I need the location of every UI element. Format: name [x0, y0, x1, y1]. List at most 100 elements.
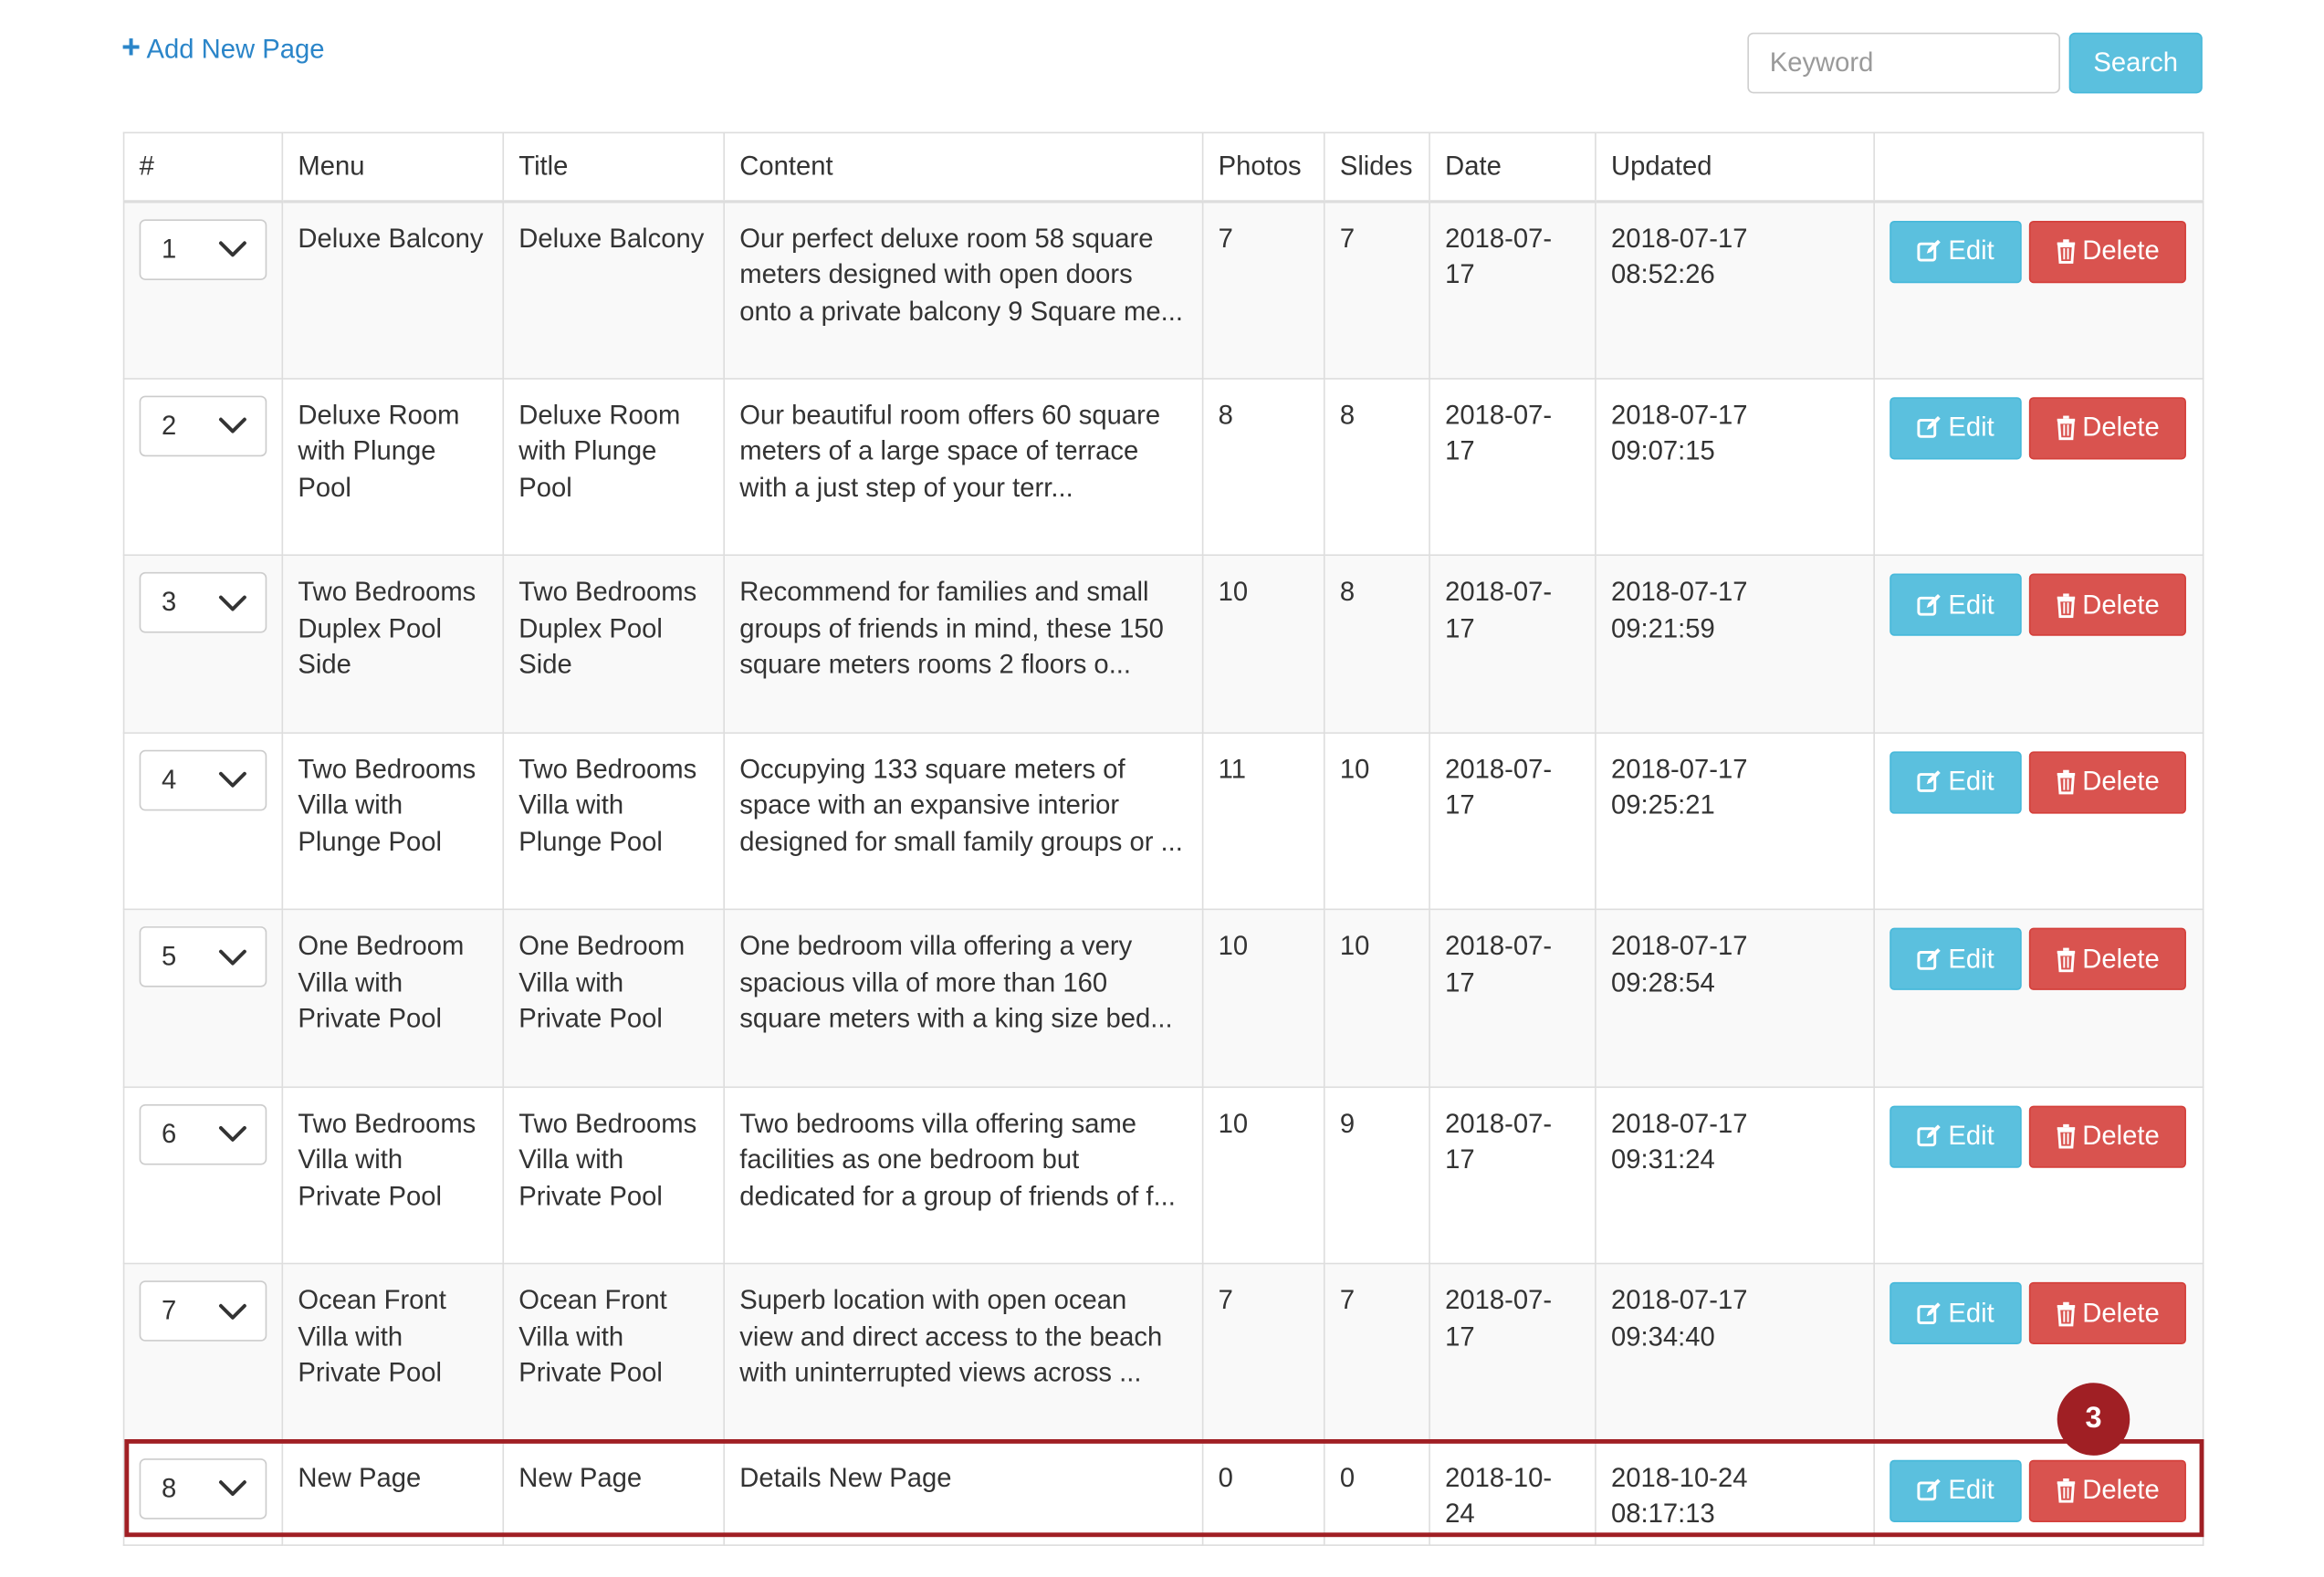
cell-slides: 8	[1323, 554, 1430, 734]
edit-icon	[1917, 1478, 1942, 1503]
edit-button[interactable]: Edit	[1890, 1281, 2022, 1345]
edit-button[interactable]: Edit	[1890, 573, 2022, 636]
edit-icon	[1917, 1123, 1942, 1149]
order-value: 6	[161, 1118, 177, 1149]
page-list-screen: + Add New Page Search # Menu Title Conte…	[0, 0, 2324, 1577]
cell-content: Superb location with open ocean view and…	[723, 1262, 1204, 1442]
cell-updated: 2018-07-17 09:28:54	[1595, 908, 1875, 1088]
cell-photos: 8	[1201, 377, 1325, 557]
cell-content: Occupying 133 square meters of space wit…	[723, 731, 1204, 911]
delete-button[interactable]: Delete	[2028, 396, 2186, 459]
cell-date: 2018-07-17	[1429, 377, 1596, 557]
cell-actions: Edit Delete	[1873, 200, 2204, 379]
chevron-down-icon	[218, 1479, 247, 1497]
cell-menu: Deluxe Balcony	[281, 200, 505, 379]
cell-order: 2	[122, 377, 284, 557]
delete-button[interactable]: Delete	[2028, 1458, 2186, 1522]
cell-updated: 2018-07-17 09:25:21	[1595, 731, 1875, 911]
edit-label: Edit	[1948, 1121, 1994, 1151]
delete-button[interactable]: Delete	[2028, 927, 2186, 990]
cell-order: 7	[122, 1262, 284, 1442]
search-button[interactable]: Search	[2068, 32, 2203, 94]
delete-button[interactable]: Delete	[2028, 1104, 2186, 1167]
trash-icon	[2056, 415, 2077, 441]
delete-button[interactable]: Delete	[2028, 220, 2186, 283]
cell-title: Deluxe Balcony	[502, 200, 725, 379]
chevron-down-icon	[218, 416, 247, 433]
table-row: 7 Ocean Front Villa with Private Pool Ocea…	[122, 1262, 2204, 1442]
cell-title: New Page	[502, 1439, 725, 1546]
cell-slides: 0	[1323, 1439, 1430, 1546]
delete-label: Delete	[2082, 1298, 2160, 1328]
cell-order: 8	[122, 1439, 284, 1546]
delete-button[interactable]: Delete	[2028, 573, 2186, 636]
cell-content: Our beautiful room offers 60 square mete…	[723, 377, 1204, 557]
trash-icon	[2056, 592, 2077, 618]
order-select[interactable]: 7	[139, 1280, 267, 1342]
cell-menu: Two Bedrooms Duplex Pool Side	[281, 554, 505, 734]
trash-icon	[2056, 1478, 2077, 1503]
order-value: 2	[161, 410, 177, 440]
chevron-down-icon	[218, 240, 247, 257]
cell-order: 1	[122, 200, 284, 379]
trash-icon	[2056, 769, 2077, 795]
edit-button[interactable]: Edit	[1890, 1458, 2022, 1522]
table-header: # Menu Title Content Photos Slides Date …	[122, 131, 2204, 203]
add-new-page-link[interactable]: + Add New Page	[121, 30, 325, 66]
cell-title: Deluxe Room with Plunge Pool	[502, 377, 725, 557]
edit-button[interactable]: Edit	[1890, 1104, 2022, 1167]
add-new-page-label: Add New Page	[146, 33, 325, 64]
cell-updated: 2018-07-17 09:21:59	[1595, 554, 1875, 734]
edit-button[interactable]: Edit	[1890, 927, 2022, 990]
cell-menu: Deluxe Room with Plunge Pool	[281, 377, 505, 557]
edit-label: Edit	[1948, 412, 1994, 443]
delete-button[interactable]: Delete	[2028, 1281, 2186, 1345]
cell-photos: 0	[1201, 1439, 1325, 1546]
cell-updated: 2018-07-17 08:52:26	[1595, 200, 1875, 379]
delete-button[interactable]: Delete	[2028, 750, 2186, 813]
edit-icon	[1917, 415, 1942, 441]
delete-label: Delete	[2082, 589, 2160, 620]
cell-updated: 2018-07-17 09:07:15	[1595, 377, 1875, 557]
cell-actions: Edit Delete	[1873, 908, 2204, 1088]
edit-button[interactable]: Edit	[1890, 750, 2022, 813]
edit-icon	[1917, 592, 1942, 618]
keyword-search-input[interactable]	[1747, 32, 2060, 94]
cell-content: Two bedrooms villa offering same facilit…	[723, 1085, 1204, 1265]
cell-title: One Bedroom Villa with Private Pool	[502, 908, 725, 1088]
order-select[interactable]: 2	[139, 394, 267, 456]
table-row: 6 Two Bedrooms Villa with Private Pool Two…	[122, 1085, 2204, 1265]
trash-icon	[2056, 1123, 2077, 1149]
column-header-slides: Slides	[1323, 131, 1430, 203]
cell-actions: Edit Delete	[1873, 554, 2204, 734]
table-row: 3 Two Bedrooms Duplex Pool Side Two Bedroo…	[122, 554, 2204, 734]
column-header-menu: Menu	[281, 131, 505, 203]
delete-label: Delete	[2082, 944, 2160, 974]
cell-actions: Edit Delete	[1873, 377, 2204, 557]
edit-icon	[1917, 946, 1942, 972]
order-value: 4	[161, 764, 177, 795]
cell-title: Two Bedrooms Duplex Pool Side	[502, 554, 725, 734]
table-row: 4 Two Bedrooms Villa with Plunge Pool Two …	[122, 731, 2204, 911]
table-row: 5 One Bedroom Villa with Private Pool One …	[122, 908, 2204, 1088]
cell-menu: Two Bedrooms Villa with Private Pool	[281, 1085, 505, 1265]
cell-slides: 10	[1323, 908, 1430, 1088]
chevron-down-icon	[218, 948, 247, 966]
cell-slides: 7	[1323, 1262, 1430, 1442]
cell-slides: 7	[1323, 200, 1430, 379]
order-select[interactable]: 3	[139, 571, 267, 633]
edit-button[interactable]: Edit	[1890, 396, 2022, 459]
order-select[interactable]: 8	[139, 1457, 267, 1519]
table-row: 1 Deluxe Balcony Deluxe Balcony Our perfect…	[122, 200, 2204, 379]
table-row: 2 Deluxe Room with Plunge Pool Deluxe Room…	[122, 377, 2204, 557]
order-select[interactable]: 6	[139, 1103, 267, 1164]
edit-button[interactable]: Edit	[1890, 220, 2022, 283]
order-value: 3	[161, 587, 177, 617]
trash-icon	[2056, 946, 2077, 972]
order-select[interactable]: 4	[139, 748, 267, 810]
trash-icon	[2056, 1300, 2077, 1326]
cell-actions: Edit Delete	[1873, 1439, 2204, 1546]
order-select[interactable]: 1	[139, 218, 267, 280]
cell-updated: 2018-07-17 09:31:24	[1595, 1085, 1875, 1265]
order-select[interactable]: 5	[139, 926, 267, 987]
